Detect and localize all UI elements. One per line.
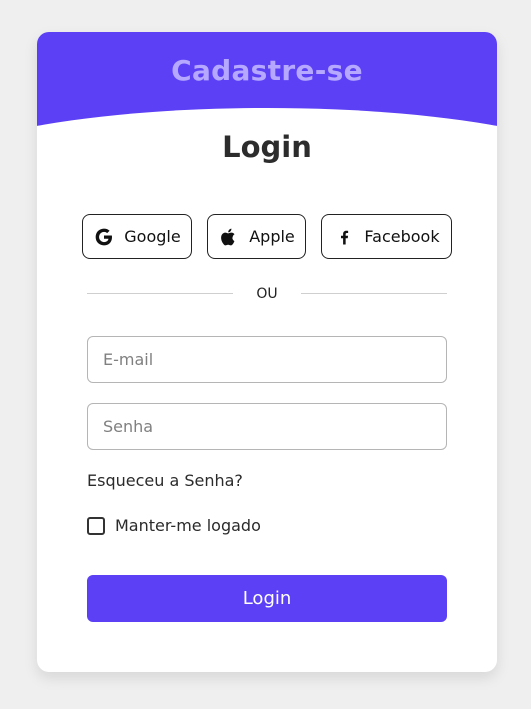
remember-me-label: Manter-me logado — [115, 516, 261, 535]
remember-me-checkbox[interactable] — [87, 516, 105, 535]
auth-card: Cadastre-se Login Google Apple Facebook … — [37, 32, 497, 672]
login-button[interactable]: Login — [87, 575, 447, 622]
google-login-button[interactable]: Google — [82, 214, 192, 259]
google-login-label: Google — [124, 227, 181, 246]
google-icon — [93, 226, 115, 248]
divider-line-right — [301, 293, 447, 294]
email-field[interactable] — [87, 336, 447, 383]
apple-login-label: Apple — [249, 227, 295, 246]
divider-text: OU — [256, 286, 278, 302]
apple-login-button[interactable]: Apple — [207, 214, 306, 259]
apple-icon — [218, 226, 240, 248]
facebook-icon — [333, 226, 355, 248]
remember-me-option[interactable]: Manter-me logado — [87, 516, 261, 535]
signup-tab[interactable]: Cadastre-se — [37, 54, 497, 87]
facebook-login-label: Facebook — [364, 227, 440, 246]
page-title: Login — [222, 130, 312, 164]
forgot-password-link[interactable]: Esqueceu a Senha? — [87, 471, 243, 490]
or-divider: OU — [87, 284, 447, 304]
password-field[interactable] — [87, 403, 447, 450]
facebook-login-button[interactable]: Facebook — [321, 214, 452, 259]
